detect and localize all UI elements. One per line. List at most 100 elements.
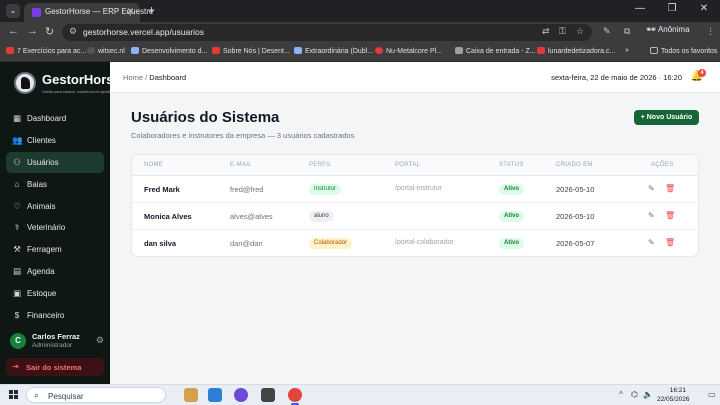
status-badge: Ativo: [499, 184, 524, 195]
browser-menu-icon[interactable]: ⋮: [706, 26, 715, 37]
taskbar-search-placeholder: Pesquisar: [48, 392, 84, 401]
minimize-icon[interactable]: —: [625, 3, 655, 14]
column-header-actions: AÇÕES: [651, 162, 674, 168]
sidebar-item-label: Clientes: [27, 135, 56, 145]
bookmarks-overflow[interactable]: »: [625, 47, 629, 54]
user-email-cell: alves@alves: [230, 212, 273, 221]
maximize-icon[interactable]: ❐: [657, 3, 687, 14]
address-url[interactable]: gestorhorse.vercel.app/usuarios: [83, 27, 204, 37]
bookmark-item[interactable]: Nu-Metalcore Pl...: [375, 47, 442, 55]
status-badge: Ativo: [499, 238, 524, 249]
file-explorer-icon[interactable]: [184, 388, 198, 402]
user-email-cell: dan@dan: [230, 239, 263, 248]
bookmark-item[interactable]: Sobre Nós | Desent...: [212, 47, 290, 55]
delete-icon[interactable]: 🗑: [665, 211, 675, 220]
settings-gear-icon[interactable]: ⚙: [96, 335, 104, 346]
edit-icon[interactable]: ✎: [648, 238, 655, 247]
user-name-cell: dan silva: [144, 239, 177, 248]
taskbar-time[interactable]: 16:21: [664, 387, 686, 394]
taskbar-date[interactable]: 22/05/2026: [657, 396, 690, 403]
reload-icon[interactable]: ↻: [45, 25, 54, 38]
brand-logo[interactable]: GestorHorse Gestão para cavalos, excelên…: [14, 70, 121, 104]
delete-icon[interactable]: 🗑: [665, 184, 675, 193]
tab-title: GestorHorse — ERP Equestre: [45, 7, 154, 16]
edit-icon[interactable]: ✎: [648, 211, 655, 220]
translate-icon[interactable]: ⇄: [542, 26, 550, 37]
window-close-icon[interactable]: ✕: [689, 3, 719, 14]
sidebar-item-label: Financeiro: [27, 311, 65, 321]
tab-favicon-icon: [32, 8, 41, 17]
users-table: NOME E-MAIL PERFIL PORTAL STATUS CRIADO …: [131, 154, 699, 257]
volume-icon[interactable]: 🔈: [643, 390, 653, 399]
sidebar-item-financeiro[interactable]: $ Financeiro: [6, 305, 104, 326]
extension-pen-icon[interactable]: ✎: [603, 26, 611, 37]
windows-start-icon[interactable]: [9, 390, 19, 400]
sidebar-item-baias[interactable]: ⌂ Baias: [6, 174, 104, 195]
edit-icon[interactable]: ✎: [648, 184, 655, 193]
address-bar[interactable]: ⚙ gestorhorse.vercel.app/usuarios ⇄ ⚿ ☆: [62, 24, 592, 41]
sidebar-item-label: Baias: [27, 179, 48, 189]
notifications-badge: 4: [698, 69, 706, 77]
avatar: C: [10, 333, 26, 349]
sidebar-item-ferragem[interactable]: ⚒ Ferragem: [6, 239, 104, 260]
capcut-icon[interactable]: [261, 388, 275, 402]
portal-link[interactable]: /portal-instrutor: [395, 185, 442, 192]
user-name: Carlos Ferraz: [32, 332, 80, 341]
user-email-cell: fred@fred: [230, 185, 264, 194]
extensions-icon[interactable]: ⧉: [624, 26, 630, 37]
vscode-icon[interactable]: [208, 388, 222, 402]
status-badge: Ativo: [499, 211, 524, 222]
user-profile[interactable]: C Carlos Ferraz Administrador ⚙: [10, 330, 104, 352]
created-date-cell: 2026-05-10: [556, 212, 595, 221]
page-title: Usuários do Sistema: [131, 109, 280, 126]
browser-tab[interactable]: GestorHorse — ERP Equestre ✕: [24, 3, 153, 22]
site-info-icon[interactable]: ⚙: [69, 26, 77, 37]
bookmark-item[interactable]: Caixa de entrada - Z...: [455, 47, 536, 55]
tray-overflow-icon[interactable]: ^: [619, 390, 623, 399]
password-key-icon[interactable]: ⚿: [559, 26, 566, 37]
box-icon: ▣: [12, 288, 22, 299]
incognito-profile[interactable]: 🕶 Anônima: [646, 25, 690, 34]
back-icon[interactable]: ←: [8, 25, 19, 37]
user-cog-icon: ⚇: [13, 156, 21, 167]
bookmark-item[interactable]: Extraordinária (Dubl...: [294, 47, 373, 55]
sidebar-item-dashboard[interactable]: ▦ Dashboard: [6, 108, 104, 129]
bookmark-star-icon[interactable]: ☆: [576, 26, 584, 37]
discord-icon[interactable]: [234, 388, 248, 402]
stable-icon: ⌂: [14, 178, 20, 189]
os-taskbar: ⌕ Pesquisar ^ ⌬ 🔈 16:21 22/05/2026 ▭: [0, 384, 720, 405]
sidebar-item-animais[interactable]: ♡ Animais: [6, 196, 104, 217]
taskbar-search[interactable]: ⌕ Pesquisar: [26, 387, 166, 403]
breadcrumb-home[interactable]: Home: [123, 73, 143, 82]
table-header: NOME E-MAIL PERFIL PORTAL STATUS CRIADO …: [132, 155, 698, 176]
portal-link[interactable]: /portal-colaborador: [395, 239, 454, 246]
tab-search-icon[interactable]: ⌄: [6, 4, 20, 18]
sidebar-item-usuarios[interactable]: ⚇ Usuários: [6, 151, 104, 173]
role-badge: aluno: [309, 211, 334, 222]
tab-close-icon[interactable]: ✕: [126, 6, 134, 17]
users-icon: 👥: [12, 134, 23, 145]
sidebar-item-label: Agenda: [27, 267, 55, 277]
forward-icon[interactable]: →: [27, 25, 38, 37]
column-header-name: NOME: [144, 162, 164, 168]
chrome-icon[interactable]: [288, 388, 302, 405]
all-favorites-folder[interactable]: Todos os favoritos: [650, 47, 717, 55]
bookmark-item[interactable]: lunardedetizadora.c...: [537, 47, 615, 55]
sidebar-item-estoque[interactable]: ▣ Estoque: [6, 283, 104, 304]
user-name-cell: Monica Alves: [144, 212, 192, 221]
new-tab-icon[interactable]: +: [148, 3, 155, 17]
sidebar-item-agenda[interactable]: ▤ Agenda: [6, 261, 104, 282]
bookmark-item[interactable]: 7 Exercícios para ac...: [6, 47, 86, 55]
table-row: Monica Alves alves@alves aluno Ativo 2026-05…: [132, 203, 698, 230]
notification-center-icon[interactable]: ▭: [708, 390, 716, 399]
bookmark-item[interactable]: Desenvolvimento d...: [131, 47, 207, 55]
created-date-cell: 2026-05-10: [556, 185, 595, 194]
delete-icon[interactable]: 🗑: [665, 238, 675, 247]
sidebar-item-clientes[interactable]: 👥 Clientes: [6, 130, 104, 151]
sidebar-item-veterinario[interactable]: ⚕ Veterinário: [6, 217, 104, 238]
sidebar-nav: ▦ Dashboard 👥 Clientes ⚇ Usuários ⌂ Baias ♡ Anima…: [0, 108, 110, 327]
bookmark-item[interactable]: witsec.nl: [87, 47, 125, 55]
new-user-button[interactable]: + Novo Usuário: [634, 110, 699, 125]
logout-button[interactable]: ⇥ Sair do sistema: [6, 358, 104, 376]
network-icon[interactable]: ⌬: [631, 390, 638, 399]
